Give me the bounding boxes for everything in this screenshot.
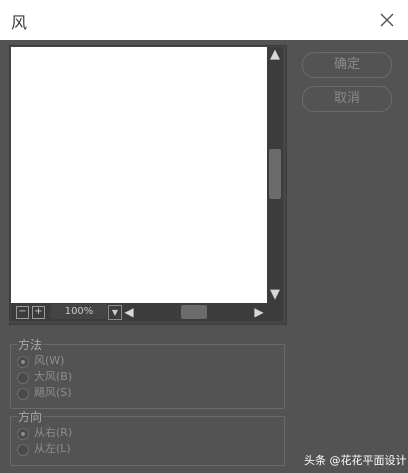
radio-button[interactable] <box>17 356 29 368</box>
radio-button[interactable] <box>17 388 29 400</box>
cancel-button[interactable]: 取消 <box>302 86 392 112</box>
radio-button[interactable] <box>17 428 29 440</box>
zoom-out-button[interactable]: − <box>16 306 29 319</box>
direction-group <box>10 416 285 466</box>
radio-label: 从左(L) <box>34 442 71 455</box>
horizontal-scroll-thumb[interactable] <box>181 305 207 319</box>
preview-canvas[interactable] <box>11 47 267 303</box>
ok-button[interactable]: 确定 <box>302 52 392 78</box>
close-icon <box>380 13 394 27</box>
title-bar: 风 <box>0 0 408 40</box>
chevron-down-icon[interactable]: ▼ <box>108 305 122 320</box>
direction-group-title: 方向 <box>17 410 44 424</box>
vertical-scrollbar[interactable]: ▲ ▼ <box>267 47 283 303</box>
vertical-scroll-thumb[interactable] <box>269 149 281 199</box>
radio-label: 飓风(S) <box>34 386 72 399</box>
scroll-up-icon[interactable]: ▲ <box>267 47 283 63</box>
radio-label: 大风(B) <box>34 370 73 383</box>
scroll-left-icon[interactable]: ◀ <box>122 303 136 321</box>
zoom-in-button[interactable]: + <box>32 306 45 319</box>
zoom-level: 100% <box>51 304 107 319</box>
close-button[interactable] <box>376 9 398 31</box>
scroll-right-icon[interactable]: ▶ <box>252 303 266 321</box>
preview-toolbar: − + 100% ▼ ◀ ▶ <box>11 303 283 321</box>
radio-button[interactable] <box>17 444 29 456</box>
method-group-title: 方法 <box>17 338 44 352</box>
radio-label: 风(W) <box>34 354 65 367</box>
watermark: 头条 @花花平面设计 <box>304 454 407 467</box>
window-title: 风 <box>11 13 28 32</box>
radio-label: 从右(R) <box>34 426 73 439</box>
scroll-down-icon[interactable]: ▼ <box>267 287 283 303</box>
radio-button[interactable] <box>17 372 29 384</box>
